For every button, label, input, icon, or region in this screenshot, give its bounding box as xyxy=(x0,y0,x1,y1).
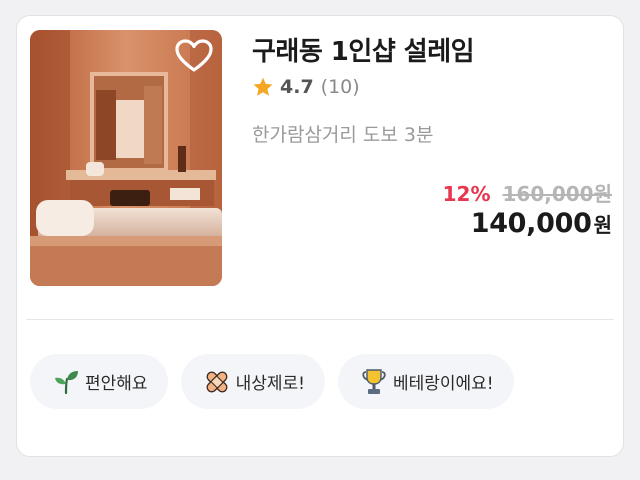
review-tags: 편안해요 내상제로! 베테랑이에요! xyxy=(30,354,514,409)
star-icon xyxy=(253,77,273,96)
tag-no-bruise[interactable]: 내상제로! xyxy=(180,354,325,409)
current-price-amount: 140,000 xyxy=(470,208,592,239)
tag-label: 편안해요 xyxy=(85,374,148,394)
current-price: 140,000 원 xyxy=(471,208,612,239)
currency-unit: 원 xyxy=(593,213,612,237)
tag-label: 내상제로! xyxy=(235,374,305,394)
location-text: 한가람삼거리 도보 3분 xyxy=(252,124,434,146)
review-count: (10) xyxy=(320,76,360,98)
listing-title[interactable]: 구래동 1인샵 설레임 xyxy=(252,31,475,68)
original-price: 160,000원 xyxy=(502,182,613,206)
heart-outline-icon[interactable] xyxy=(175,39,213,73)
tag-comfortable[interactable]: 편안해요 xyxy=(30,354,168,409)
original-price-row: 12% 160,000원 xyxy=(443,178,612,207)
discount-rate: 12% xyxy=(442,182,491,206)
trophy-icon xyxy=(362,368,386,394)
divider xyxy=(26,319,614,320)
tag-veteran[interactable]: 베테랑이에요! xyxy=(337,354,514,409)
rating-score: 4.7 xyxy=(280,76,314,98)
bandage-icon xyxy=(206,371,228,392)
sprout-icon xyxy=(55,370,78,394)
rating: 4.7 (10) xyxy=(252,76,360,98)
tag-label: 베테랑이에요! xyxy=(392,374,494,394)
